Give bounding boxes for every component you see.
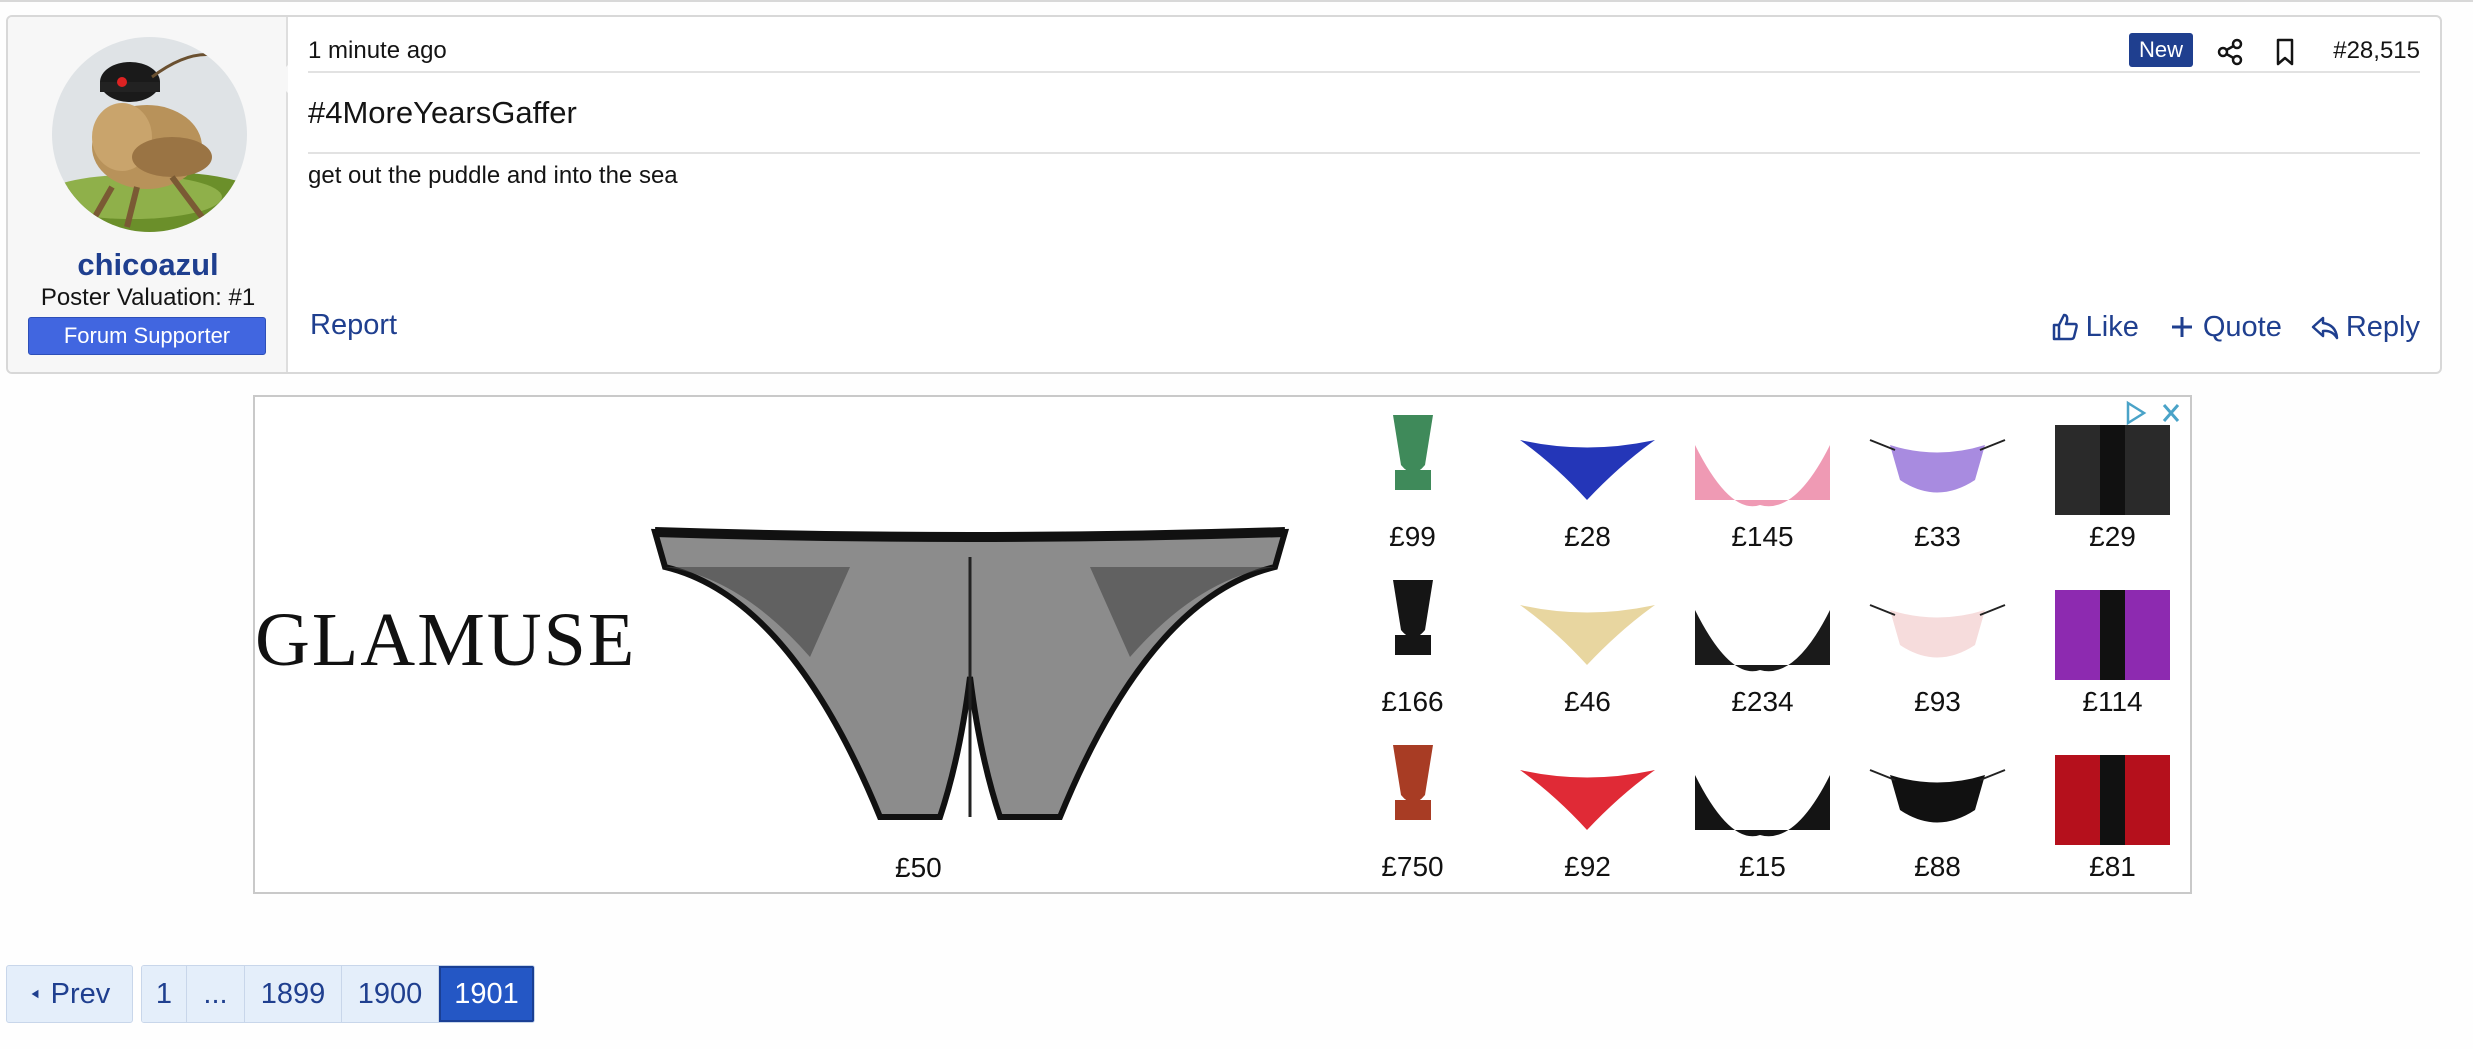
like-label: Like	[2085, 310, 2139, 343]
forum-post: chicoazul Poster Valuation: #1 Forum Sup…	[6, 15, 2442, 374]
user-panel-arrow	[274, 65, 288, 93]
ad-product-image	[1695, 445, 1830, 507]
page-link[interactable]: 1899	[245, 966, 342, 1022]
thumbs-up-icon	[2052, 313, 2078, 341]
ad-product-item[interactable]: £15	[1675, 735, 1850, 892]
page-link[interactable]: 1901	[439, 966, 534, 1022]
quote-label: Quote	[2202, 310, 2282, 343]
ad-product-item[interactable]: £29	[2025, 405, 2190, 565]
ad-product-item[interactable]: £750	[1325, 735, 1500, 892]
ad-product-image	[2055, 590, 2170, 680]
ad-product-price: £234	[1731, 686, 1794, 717]
ad-product-item[interactable]: £93	[1850, 570, 2025, 730]
page-ellipsis[interactable]: ...	[187, 966, 245, 1022]
ad-product-price: £99	[1389, 521, 1436, 552]
ad-product-item[interactable]: £81	[2025, 735, 2190, 892]
ad-product-image	[1393, 745, 1433, 820]
ad-product-item[interactable]: £33	[1850, 405, 2025, 565]
avatar[interactable]	[52, 37, 247, 232]
new-badge: New	[2128, 33, 2193, 67]
ad-product-item[interactable]: £114	[2025, 570, 2190, 730]
ad-product-price: £88	[1914, 851, 1961, 882]
advertisement[interactable]: GLAMUSE £50 £99 £28 £145 £33 £29 £166 £46 £234 £…	[253, 395, 2192, 894]
ad-product-price: £15	[1739, 851, 1786, 882]
prev-button[interactable]: Prev	[6, 965, 133, 1023]
ad-product-item[interactable]: £234	[1675, 570, 1850, 730]
ad-product-item[interactable]: £99	[1325, 405, 1500, 565]
ad-product-image	[2055, 755, 2170, 845]
bookmark-icon[interactable]	[2270, 37, 2300, 67]
ad-product-image	[1695, 610, 1830, 672]
ad-product-price: £28	[1564, 521, 1611, 552]
ad-product-item[interactable]: £88	[1850, 735, 2025, 892]
ad-product-item[interactable]: £46	[1500, 570, 1675, 730]
ad-hero-price: £50	[895, 852, 942, 883]
ad-product-image	[1869, 439, 2006, 493]
ad-product-image	[1393, 415, 1433, 490]
ad-product-price: £29	[2089, 521, 2136, 552]
user-panel: chicoazul Poster Valuation: #1 Forum Sup…	[8, 17, 288, 372]
ad-product-price: £145	[1731, 521, 1794, 552]
ad-product-price: £750	[1381, 851, 1444, 882]
ad-product-image	[1869, 604, 2006, 658]
ad-product-price: £92	[1564, 851, 1611, 882]
ad-product-item[interactable]: £145	[1675, 405, 1850, 565]
plus-icon	[2171, 317, 2192, 337]
post-timestamp[interactable]: 1 minute ago	[308, 37, 447, 65]
post-main: 1 minute ago New #28,515 #4MoreYearsGaff…	[308, 17, 2420, 372]
report-link[interactable]: Report	[310, 309, 397, 342]
ad-product-price: £93	[1914, 686, 1961, 717]
ad-product-price: £81	[2089, 851, 2136, 882]
post-meta: 1 minute ago New #28,515	[308, 33, 2420, 73]
page-link[interactable]: 1900	[342, 966, 439, 1022]
ad-product-image	[1520, 440, 1655, 500]
user-banner: Forum Supporter	[28, 317, 266, 355]
ad-product-price: £46	[1564, 686, 1611, 717]
ad-hero-product-image[interactable]	[650, 457, 1290, 827]
prev-label: Prev	[50, 977, 111, 1010]
ad-product-image	[1393, 580, 1433, 655]
ad-product-price: £33	[1914, 521, 1961, 552]
reply-label: Reply	[2345, 310, 2420, 343]
title-divider	[308, 152, 2420, 154]
ad-product-image	[1869, 769, 2006, 823]
username-link[interactable]: chicoazul	[8, 247, 288, 283]
reply-icon	[2311, 316, 2339, 340]
quote-button[interactable]: Quote	[2167, 311, 2282, 344]
post-body: get out the puddle and into the sea	[308, 162, 678, 189]
ad-product-image	[1520, 770, 1655, 830]
reply-button[interactable]: Reply	[2310, 311, 2420, 344]
ad-product-price: £166	[1381, 686, 1444, 717]
top-divider	[0, 0, 2473, 2]
user-title: Poster Valuation: #1	[40, 284, 256, 311]
ad-product-item[interactable]: £166	[1325, 570, 1500, 730]
page-link[interactable]: 1	[142, 966, 187, 1022]
ad-product-image	[2055, 425, 2170, 515]
ad-product-image	[1520, 605, 1655, 665]
ad-product-item[interactable]: £28	[1500, 405, 1675, 565]
ad-brand-logo: GLAMUSE	[255, 598, 637, 682]
caret-left-icon	[31, 989, 39, 999]
ad-product-image	[1695, 775, 1830, 837]
share-icon[interactable]	[2215, 37, 2245, 67]
avatar-image	[52, 37, 247, 232]
post-actions: Like Quote Reply	[2050, 309, 2420, 345]
post-title: #4MoreYearsGaffer	[308, 95, 577, 130]
ad-product-item[interactable]: £92	[1500, 735, 1675, 892]
ad-product-price: £114	[2082, 686, 2143, 717]
page-list: 1... 1899 1900 1901	[141, 965, 535, 1023]
post-number-link[interactable]: #28,515	[2333, 37, 2420, 65]
like-button[interactable]: Like	[2050, 311, 2139, 344]
